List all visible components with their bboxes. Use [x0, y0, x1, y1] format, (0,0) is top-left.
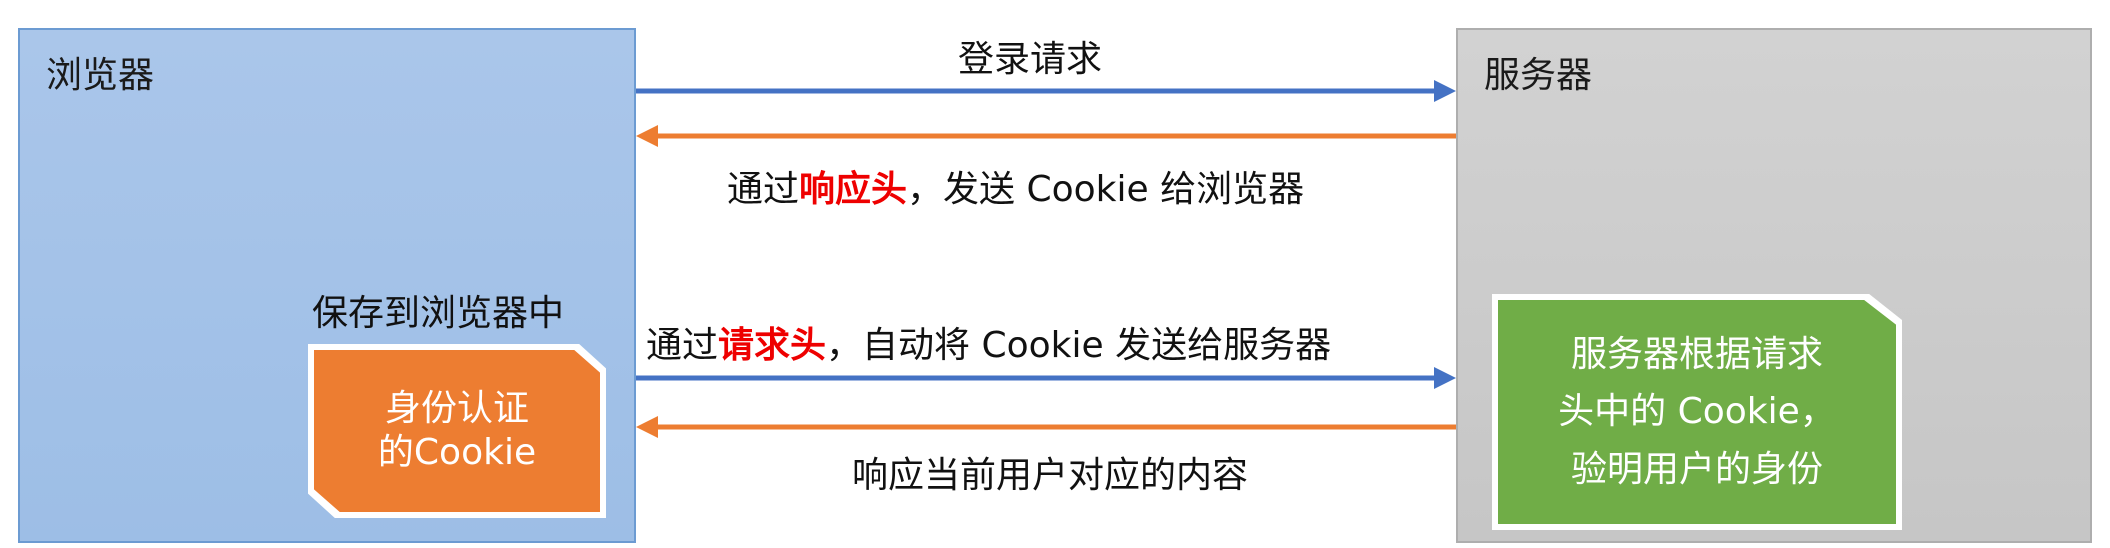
send-cookie-suffix: ，自动将 Cookie 发送给服务器 — [826, 325, 1332, 366]
login-request-arrow — [636, 80, 1456, 102]
send-cookie-label: 通过请求头，自动将 Cookie 发送给服务器 — [646, 316, 1331, 368]
verify-line3: 验明用户的身份 — [1570, 448, 1823, 490]
set-cookie-label: 通过响应头，发送 Cookie 给浏览器 — [727, 160, 1304, 212]
set-cookie-highlight: 响应头 — [799, 169, 908, 210]
auth-cookie-box: 身份认证 的Cookie — [314, 350, 600, 512]
store-in-browser-label: 保存到浏览器中 — [312, 293, 565, 334]
auth-cookie-line2: 的Cookie — [377, 432, 537, 473]
verify-line2: 头中的 Cookie， — [1558, 391, 1836, 433]
response-content-arrow — [636, 416, 1456, 438]
set-cookie-arrow — [636, 125, 1456, 147]
auth-cookie-line1: 身份认证 — [384, 388, 529, 430]
response-content-label: 响应当前用户对应的内容 — [851, 455, 1249, 496]
send-cookie-highlight: 请求头 — [718, 325, 827, 366]
send-cookie-prefix: 通过 — [646, 325, 719, 366]
verify-line1: 服务器根据请求 — [1570, 333, 1823, 375]
set-cookie-prefix: 通过 — [727, 169, 800, 210]
set-cookie-suffix: ，发送 Cookie 给浏览器 — [907, 169, 1305, 210]
server-verify-box: 服务器根据请求 头中的 Cookie， 验明用户的身份 — [1498, 300, 1896, 524]
send-cookie-arrow — [636, 367, 1456, 389]
login-request-label: 登录请求 — [957, 39, 1103, 80]
